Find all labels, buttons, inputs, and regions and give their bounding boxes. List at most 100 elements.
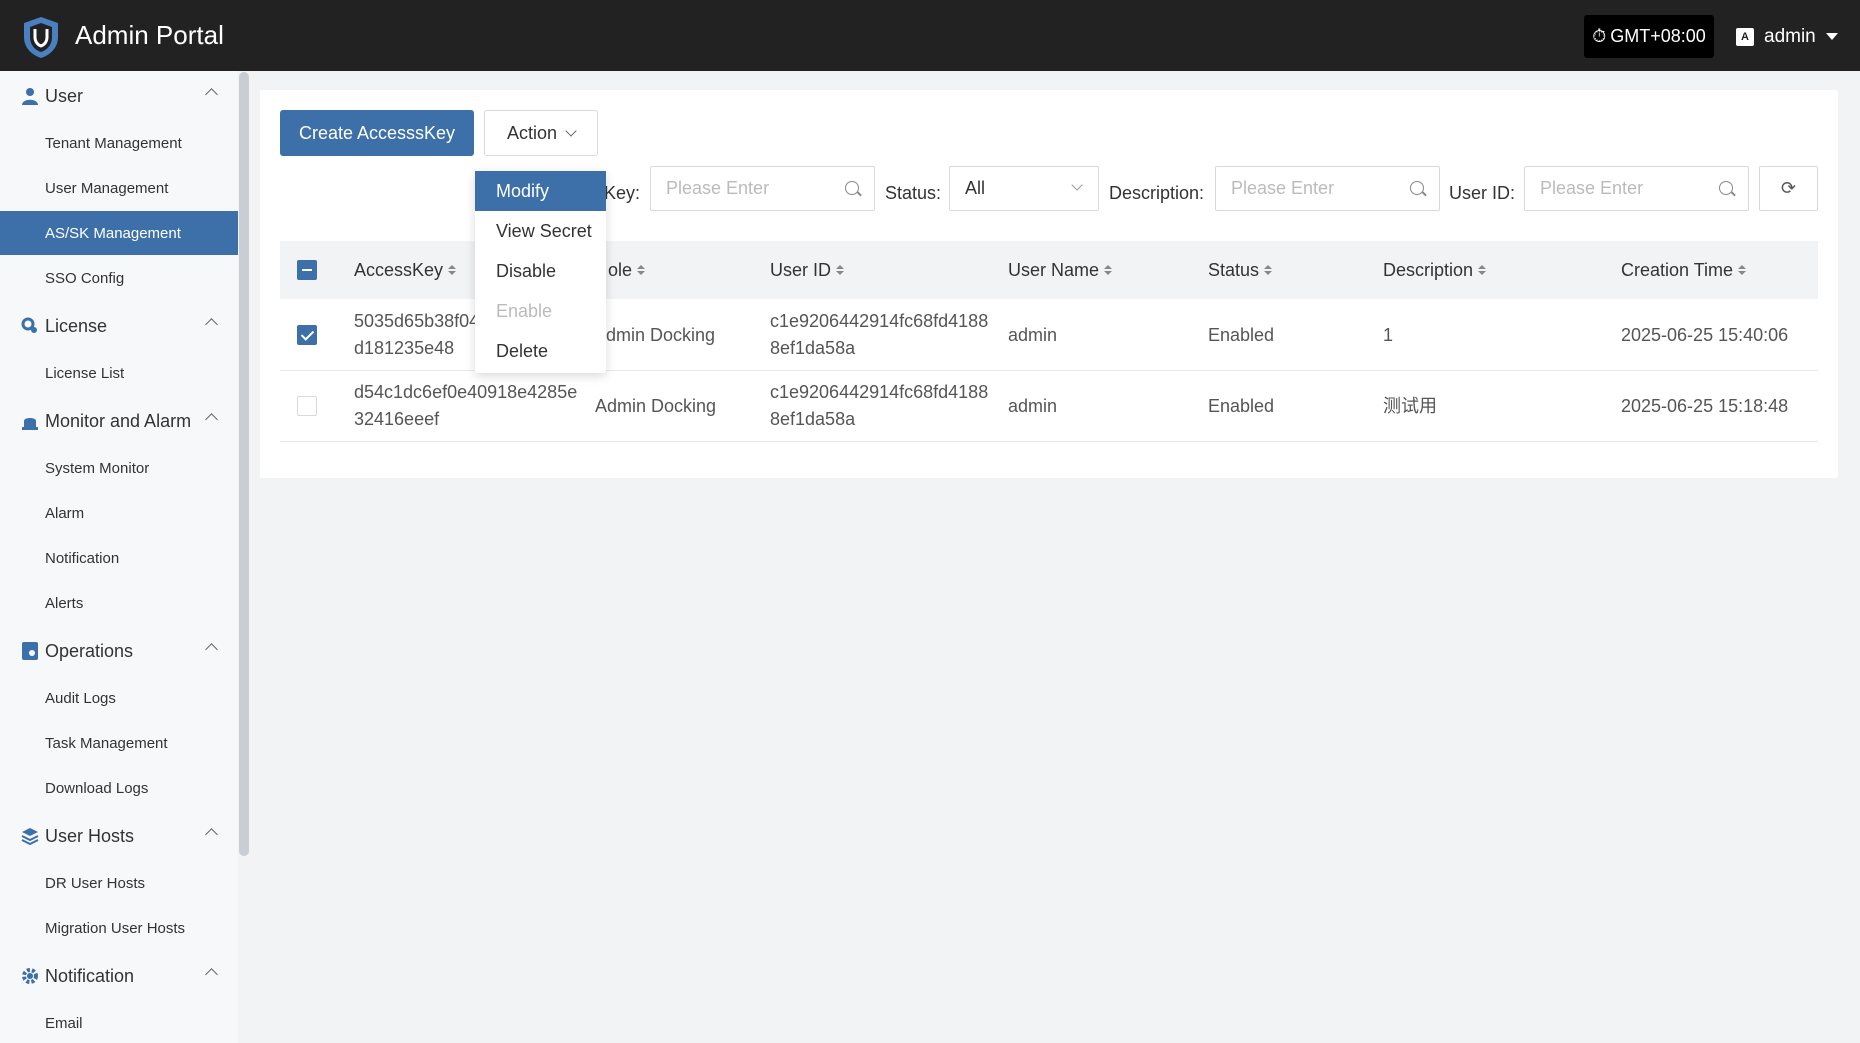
cell-accesskey: 5035d65b38f04 d181235e48 bbox=[354, 300, 479, 370]
menu-item-modify[interactable]: Modify bbox=[475, 171, 606, 211]
refresh-button[interactable]: ⟳ bbox=[1759, 166, 1818, 211]
column-label: User ID bbox=[770, 259, 832, 280]
row-checkbox[interactable] bbox=[297, 396, 317, 416]
timezone-button[interactable]: ⏱ GMT+08:00 bbox=[1584, 15, 1714, 58]
cell-line: d54c1dc6ef0e40918e4285e bbox=[354, 382, 578, 402]
column-header-role[interactable]: ole bbox=[608, 241, 646, 299]
row-checkbox[interactable] bbox=[297, 325, 317, 345]
sidebar-item-assk-management[interactable]: AS/SK Management bbox=[0, 211, 238, 255]
cell-creation-time: 2025-06-25 15:18:48 bbox=[1621, 395, 1789, 416]
sort-icon[interactable] bbox=[836, 265, 845, 275]
status-filter-label: Status: bbox=[885, 182, 942, 203]
sidebar-group-label: Monitor and Alarm bbox=[45, 410, 192, 431]
sidebar-item-tenant-management[interactable]: Tenant Management bbox=[0, 121, 238, 165]
column-label: Creation Time bbox=[1621, 259, 1734, 280]
userid-search-input[interactable]: Please Enter bbox=[1524, 166, 1749, 211]
column-header-username[interactable]: User Name bbox=[1008, 241, 1113, 299]
action-dropdown-button[interactable]: Action bbox=[484, 110, 598, 156]
timezone-label: GMT+08:00 bbox=[1610, 26, 1706, 46]
search-icon[interactable] bbox=[1719, 181, 1733, 195]
sidebar-group-label: Notification bbox=[45, 965, 135, 986]
select-all-checkbox[interactable] bbox=[297, 260, 317, 280]
cell-userid: c1e9206442914fc68fd4188 8ef1da58a bbox=[770, 300, 988, 370]
chevron-up-icon bbox=[205, 643, 218, 656]
sort-icon[interactable] bbox=[637, 265, 646, 275]
column-label: Description bbox=[1383, 259, 1474, 280]
clock-icon: ⏱ bbox=[1592, 26, 1607, 46]
operations-icon bbox=[20, 641, 40, 661]
userid-filter-label: User ID: bbox=[1449, 182, 1516, 203]
key-filter-label: Key: bbox=[604, 182, 641, 203]
sidebar-group-operations[interactable]: Operations bbox=[0, 628, 238, 674]
column-label: Status bbox=[1208, 259, 1260, 280]
chevron-up-icon bbox=[205, 88, 218, 101]
sidebar-item-task-management[interactable]: Task Management bbox=[0, 721, 238, 765]
column-header-status[interactable]: Status bbox=[1208, 241, 1273, 299]
menu-item-disable[interactable]: Disable bbox=[475, 251, 606, 291]
action-dropdown-menu: Modify View Secret Disable Enable Delete bbox=[475, 171, 606, 373]
sort-icon[interactable] bbox=[1478, 265, 1487, 275]
user-menu[interactable]: A admin bbox=[1736, 15, 1838, 58]
menu-item-delete[interactable]: Delete bbox=[475, 331, 606, 371]
column-header-accesskey[interactable]: AccessKey bbox=[354, 241, 457, 299]
sidebar-group-monitor-alarm[interactable]: Monitor and Alarm bbox=[0, 398, 238, 444]
column-header-creation-time[interactable]: Creation Time bbox=[1621, 241, 1747, 299]
cell-status: Enabled bbox=[1208, 395, 1275, 416]
cell-description: 测试用 bbox=[1383, 395, 1437, 416]
language-icon[interactable]: A bbox=[1736, 27, 1754, 46]
chevron-up-icon bbox=[205, 828, 218, 841]
cell-status: Enabled bbox=[1208, 324, 1275, 345]
sidebar-group-license[interactable]: License bbox=[0, 303, 238, 349]
sidebar-scrollbar[interactable] bbox=[239, 72, 249, 856]
action-label: Action bbox=[506, 122, 558, 143]
sidebar-item-license-list[interactable]: License List bbox=[0, 351, 238, 395]
create-accesskey-button[interactable]: Create AccesssKey bbox=[280, 110, 474, 156]
username-label: admin bbox=[1764, 25, 1816, 47]
sidebar: User Tenant Management User Management A… bbox=[0, 71, 238, 1043]
description-filter-label: Description: bbox=[1109, 182, 1205, 203]
description-search-input[interactable]: Please Enter bbox=[1215, 166, 1440, 211]
sidebar-item-audit-logs[interactable]: Audit Logs bbox=[0, 676, 238, 720]
sidebar-item-sso-config[interactable]: SSO Config bbox=[0, 256, 238, 300]
cell-creation-time: 2025-06-25 15:40:06 bbox=[1621, 324, 1789, 345]
key-search-input[interactable]: Please Enter bbox=[650, 166, 875, 211]
sidebar-group-user-hosts[interactable]: User Hosts bbox=[0, 813, 238, 859]
search-icon[interactable] bbox=[1410, 181, 1424, 195]
chevron-up-icon bbox=[205, 413, 218, 426]
refresh-icon: ⟳ bbox=[1780, 178, 1797, 198]
search-icon[interactable] bbox=[845, 181, 859, 195]
layers-icon bbox=[20, 826, 40, 846]
sort-icon[interactable] bbox=[1738, 265, 1747, 275]
menu-item-enable: Enable bbox=[496, 300, 553, 321]
sidebar-group-label: User bbox=[45, 85, 84, 106]
menu-item-view-secret[interactable]: View Secret bbox=[475, 211, 606, 251]
sidebar-item-dr-user-hosts[interactable]: DR User Hosts bbox=[0, 861, 238, 905]
table-row[interactable]: d54c1dc6ef0e40918e4285e 32416eeef Admin … bbox=[280, 371, 1818, 442]
sidebar-item-user-management[interactable]: User Management bbox=[0, 166, 238, 210]
chevron-up-icon bbox=[205, 968, 218, 981]
cell-role: Admin Docking bbox=[595, 395, 717, 416]
sidebar-item-migration-user-hosts[interactable]: Migration User Hosts bbox=[0, 906, 238, 950]
cell-line: c1e9206442914fc68fd4188 bbox=[770, 311, 989, 331]
column-header-userid[interactable]: User ID bbox=[770, 241, 845, 299]
status-select[interactable]: All bbox=[949, 166, 1099, 211]
cell-line: d181235e48 bbox=[354, 338, 455, 358]
sidebar-group-user[interactable]: User bbox=[0, 73, 238, 119]
sidebar-group-label: License bbox=[45, 315, 108, 336]
cell-line: 8ef1da58a bbox=[770, 409, 856, 429]
sidebar-item-system-monitor[interactable]: System Monitor bbox=[0, 446, 238, 490]
chevron-down-icon bbox=[1071, 179, 1083, 191]
cell-username: admin bbox=[1008, 324, 1058, 345]
sidebar-group-notification[interactable]: Notification bbox=[0, 953, 238, 999]
sort-icon[interactable] bbox=[448, 265, 457, 275]
sidebar-item-alerts[interactable]: Alerts bbox=[0, 581, 238, 625]
sort-icon[interactable] bbox=[1264, 265, 1273, 275]
cell-line: 8ef1da58a bbox=[770, 338, 856, 358]
app-title: Admin Portal bbox=[75, 20, 224, 50]
sort-icon[interactable] bbox=[1104, 265, 1113, 275]
sidebar-item-alarm[interactable]: Alarm bbox=[0, 491, 238, 535]
column-header-description[interactable]: Description bbox=[1383, 241, 1487, 299]
sidebar-item-email[interactable]: Email bbox=[0, 1001, 238, 1043]
sidebar-item-download-logs[interactable]: Download Logs bbox=[0, 766, 238, 810]
sidebar-item-notification[interactable]: Notification bbox=[0, 536, 238, 580]
